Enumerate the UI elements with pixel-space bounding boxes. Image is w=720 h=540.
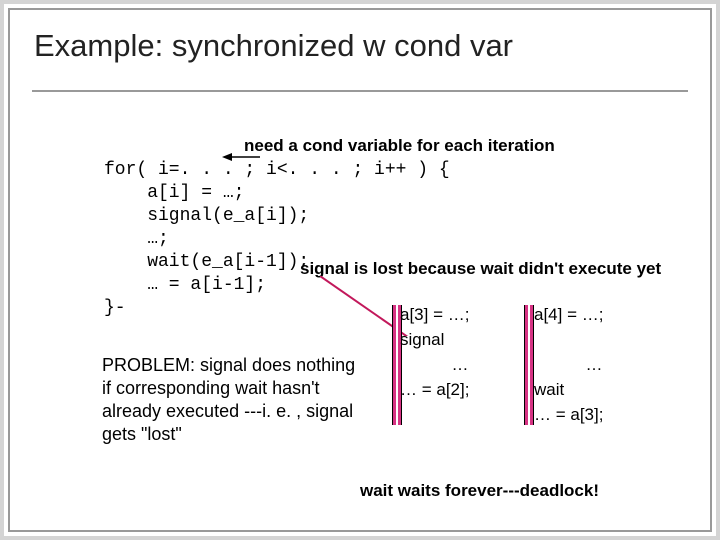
col4-line3: … — [534, 352, 654, 377]
col4-line4: … = a[3]; — [534, 402, 654, 427]
col4-wait: wait — [534, 377, 654, 402]
deadlock-annotation: wait waits forever---deadlock! — [360, 481, 599, 501]
title-underline — [32, 90, 688, 92]
slide-title: Example: synchronized w cond var — [34, 28, 513, 64]
iteration-4-column: a[4] = …; … wait … = a[3]; — [534, 302, 654, 427]
col3-line1: a[3] = …; — [400, 302, 520, 327]
col3-line3: … — [400, 352, 520, 377]
col4-blank — [534, 327, 654, 352]
slide: Example: synchronized w cond var need a … — [0, 0, 720, 540]
problem-text: PROBLEM: signal does nothing if correspo… — [102, 354, 362, 446]
col3-line2: signal — [400, 327, 520, 352]
iteration-3-column: a[3] = …; signal … … = a[2]; — [400, 302, 520, 402]
col3-line4: … = a[2]; — [400, 377, 520, 402]
col4-line1: a[4] = …; — [534, 302, 654, 327]
top-annotation: need a cond variable for each iteration — [244, 136, 555, 156]
thread-divider-icon — [524, 305, 534, 425]
